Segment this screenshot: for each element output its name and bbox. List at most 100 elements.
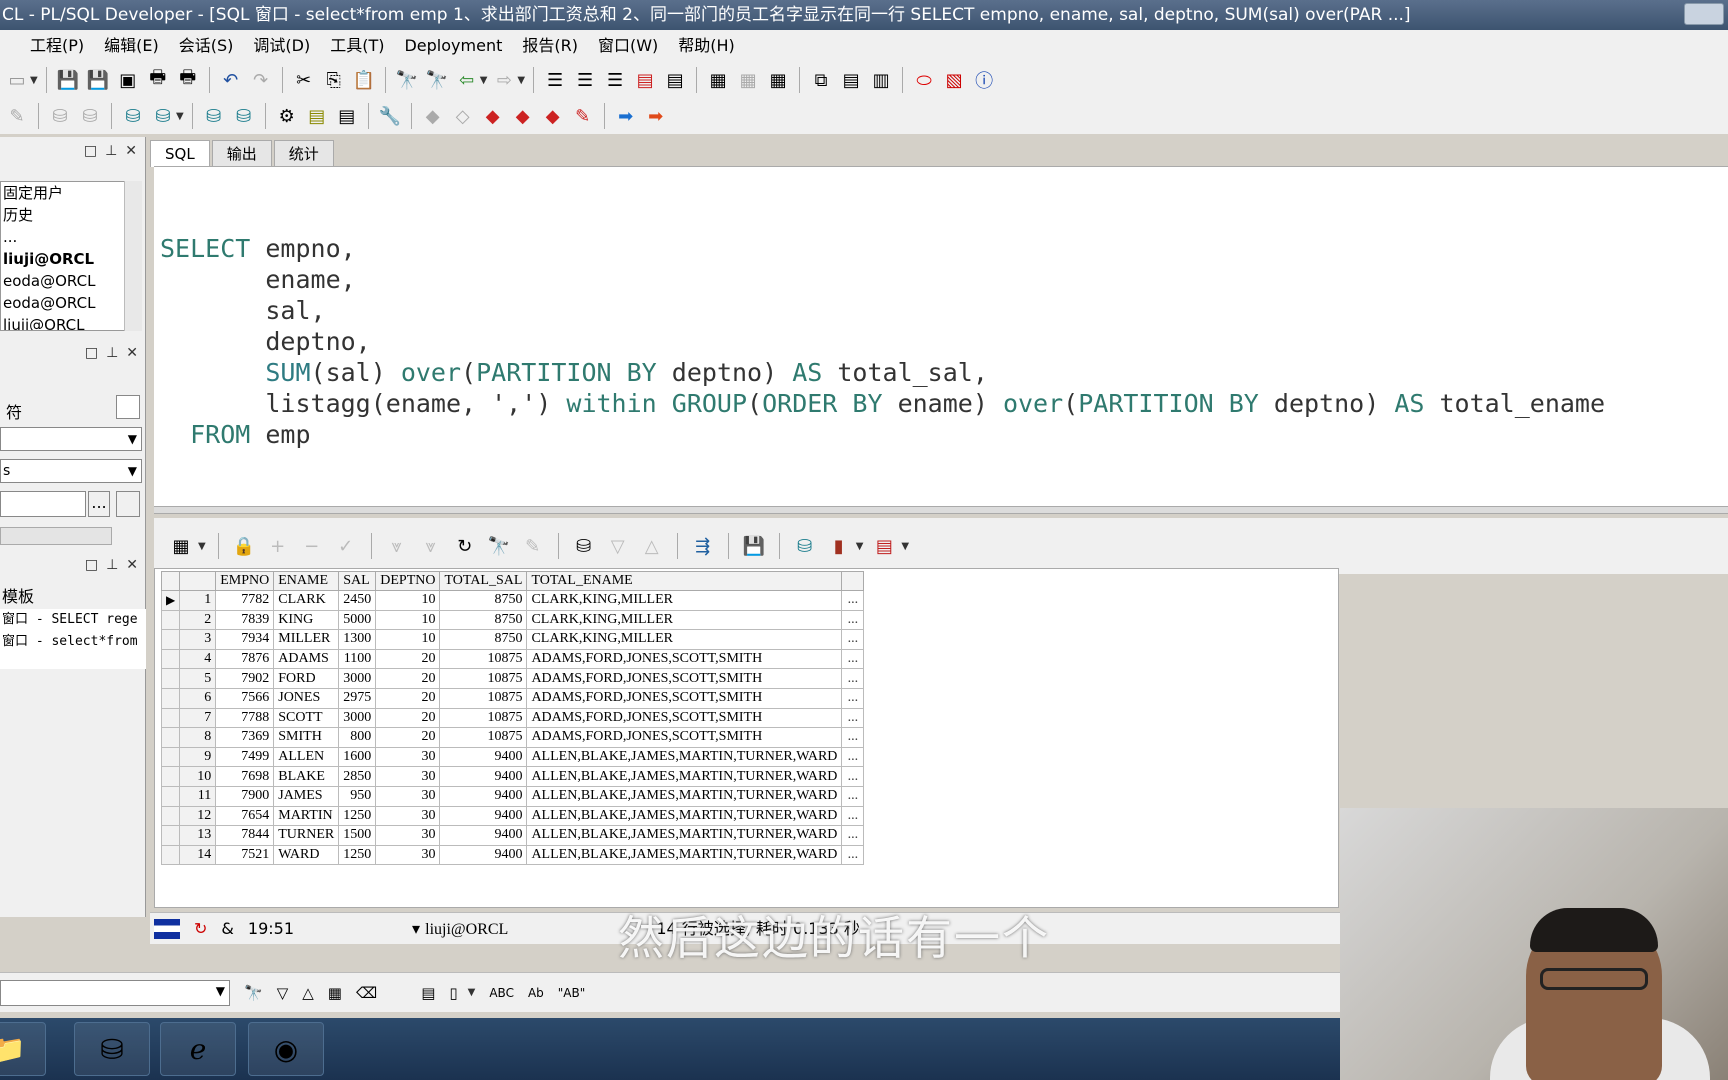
table-cell[interactable]: 10875 [439, 648, 528, 670]
options-icon[interactable]: ▤ [421, 984, 435, 1002]
table-cell[interactable]: ADAMS,FORD,JONES,SCOTT,SMITH [526, 727, 843, 748]
table-cell[interactable]: MILLER [273, 629, 340, 650]
table-cell[interactable]: ADAMS,FORD,JONES,SCOTT,SMITH [526, 687, 843, 709]
sql-window-icon[interactable]: ⛁ [120, 103, 146, 129]
object-tree[interactable]: 固定用户 历史 ... liuji@ORCL eoda@ORCL eoda@OR… [0, 181, 128, 331]
sql-dropdown-icon[interactable]: ⛁ [150, 103, 176, 129]
table-cell[interactable]: 3000 [338, 707, 377, 729]
pin-icon[interactable]: ⊥ [105, 143, 117, 159]
table-cell[interactable]: 20 [375, 727, 441, 748]
object4-icon[interactable]: ✎ [570, 103, 596, 129]
search-input[interactable] [0, 491, 86, 517]
table-cell[interactable]: 7934 [215, 629, 275, 650]
restore-icon[interactable]: □ [85, 345, 98, 361]
table-cell[interactable]: ADAMS,FORD,JONES,SCOTT,SMITH [526, 668, 843, 689]
tree-item[interactable]: 历史 [1, 204, 127, 226]
table-cell[interactable]: 7902 [215, 668, 275, 689]
tools-icon[interactable]: ⚙ [274, 103, 300, 129]
export-icon[interactable]: ⇨ [491, 67, 517, 93]
table-cell[interactable]: 3000 [338, 668, 377, 689]
info-icon[interactable]: ⓘ [971, 67, 997, 93]
new-icon[interactable]: ▭ [4, 67, 30, 93]
save-icon[interactable]: 💾 [55, 67, 81, 93]
pin-icon[interactable]: ⊥ [106, 557, 118, 573]
table-cell[interactable]: ALLEN [273, 746, 340, 768]
cell-more-button[interactable]: ... [841, 727, 865, 748]
regex-toggle[interactable]: "AB" [558, 986, 585, 1000]
redo-icon[interactable]: ↷ [248, 67, 274, 93]
cell-more-button[interactable]: ... [841, 746, 865, 768]
bookmark-icon[interactable]: ◆ [420, 103, 446, 129]
window-list-item[interactable]: 窗口 - SELECT rege [0, 609, 146, 631]
menu-debug[interactable]: 调试(D) [243, 30, 320, 62]
minimize-button[interactable] [1684, 3, 1724, 25]
table-cell[interactable]: ADAMS,FORD,JONES,SCOTT,SMITH [526, 648, 843, 670]
table-cell[interactable]: SMITH [273, 727, 340, 748]
column-header[interactable]: EMPNO [215, 571, 275, 591]
cell-more-button[interactable]: ... [841, 844, 865, 866]
cell-more-button[interactable]: ... [841, 766, 865, 787]
tree-item[interactable]: ... [1, 226, 127, 248]
table-cell[interactable]: 7369 [215, 727, 275, 748]
save-results-icon[interactable]: 💾 [741, 533, 767, 559]
table-cell[interactable]: 1500 [338, 825, 377, 846]
table-cell[interactable]: 10 [375, 590, 441, 611]
table-row[interactable]: 3 7934 MILLER 1300 10 8750 CLARK,KING,MILLER..… [160, 629, 865, 650]
cell-more-button[interactable]: ... [841, 629, 865, 650]
table-cell[interactable]: 20 [375, 648, 441, 670]
menu-tools[interactable]: 工具(T) [320, 30, 394, 62]
table-cell[interactable]: 9400 [439, 785, 528, 807]
table-cell[interactable]: 7900 [215, 785, 275, 807]
table-cell[interactable]: 30 [375, 766, 441, 787]
table-cell[interactable]: 7521 [215, 844, 275, 866]
table-cell[interactable]: 9400 [439, 844, 528, 866]
menu-session[interactable]: 会话(S) [169, 30, 244, 62]
table-cell[interactable]: 800 [338, 727, 377, 748]
table-row[interactable]: 6 7566 JONES 2975 20 10875 ADAMS,FORD,JONES,SC… [160, 687, 865, 709]
cell-more-button[interactable]: ... [841, 668, 865, 689]
table-cell[interactable]: 9400 [439, 766, 528, 787]
table-cell[interactable]: 20 [375, 687, 441, 709]
table-cell[interactable]: 1300 [338, 629, 377, 650]
table-cell[interactable]: 7654 [215, 805, 275, 827]
table-cell[interactable]: BLAKE [273, 766, 340, 787]
column-header[interactable]: TOTAL_ENAME [526, 571, 843, 591]
table-row[interactable]: 11 7900 JAMES 950 30 9400 ALLEN,BLAKE,JAMES,MA… [160, 785, 865, 807]
print-icon[interactable]: 🖶 [145, 67, 171, 93]
table-cell[interactable]: 9400 [439, 825, 528, 846]
pin-icon[interactable]: ⊥ [106, 345, 118, 361]
menu-reports[interactable]: 报告(R) [512, 30, 588, 62]
restore-icon[interactable]: □ [85, 557, 98, 573]
indent-icon[interactable]: ☰ [542, 67, 568, 93]
cell-more-button[interactable]: ... [841, 590, 865, 611]
table-row[interactable]: 10 7698 BLAKE 2850 30 9400 ALLEN,BLAKE,JAMES,M… [160, 766, 865, 787]
arrow-right-blue-icon[interactable]: ➡ [613, 103, 639, 129]
find-icon[interactable]: 🔭 [394, 67, 420, 93]
restore-icon[interactable]: □ [84, 143, 97, 159]
table-cell[interactable]: WARD [273, 844, 340, 866]
tree-item[interactable]: eoda@ORCL [1, 270, 127, 292]
table-cell[interactable]: 9400 [439, 805, 528, 827]
pdf-icon[interactable]: ▧ [941, 67, 967, 93]
table-cell[interactable]: CLARK,KING,MILLER [526, 590, 843, 611]
whole-word-toggle[interactable]: Ab [528, 986, 544, 1000]
notes-icon[interactable]: ▤ [304, 103, 330, 129]
menu-project[interactable]: 工程(P) [20, 30, 94, 62]
table-cell[interactable]: 7876 [215, 648, 275, 670]
cell-more-button[interactable]: ... [841, 805, 865, 827]
save-all-icon[interactable]: ▣ [115, 67, 141, 93]
table-cell[interactable]: ALLEN,BLAKE,JAMES,MARTIN,TURNER,WARD [526, 746, 843, 768]
lock-icon[interactable]: 🔒 [231, 533, 257, 559]
format-icon[interactable]: ▤ [662, 67, 688, 93]
table-cell[interactable]: 2450 [338, 590, 377, 611]
table-cell[interactable]: ALLEN,BLAKE,JAMES,MARTIN,TURNER,WARD [526, 805, 843, 827]
table-cell[interactable]: 10875 [439, 687, 528, 709]
cell-more-button[interactable]: ... [841, 707, 865, 729]
table-cell[interactable]: TURNER [273, 825, 340, 846]
table-cell[interactable]: JAMES [273, 785, 340, 807]
more-button[interactable]: ... [88, 491, 110, 517]
db-icon[interactable]: ⛁ [792, 533, 818, 559]
table-cell[interactable]: 10 [375, 629, 441, 650]
tree-item[interactable]: eoda@ORCL [1, 292, 127, 314]
cell-more-button[interactable]: ... [841, 825, 865, 846]
